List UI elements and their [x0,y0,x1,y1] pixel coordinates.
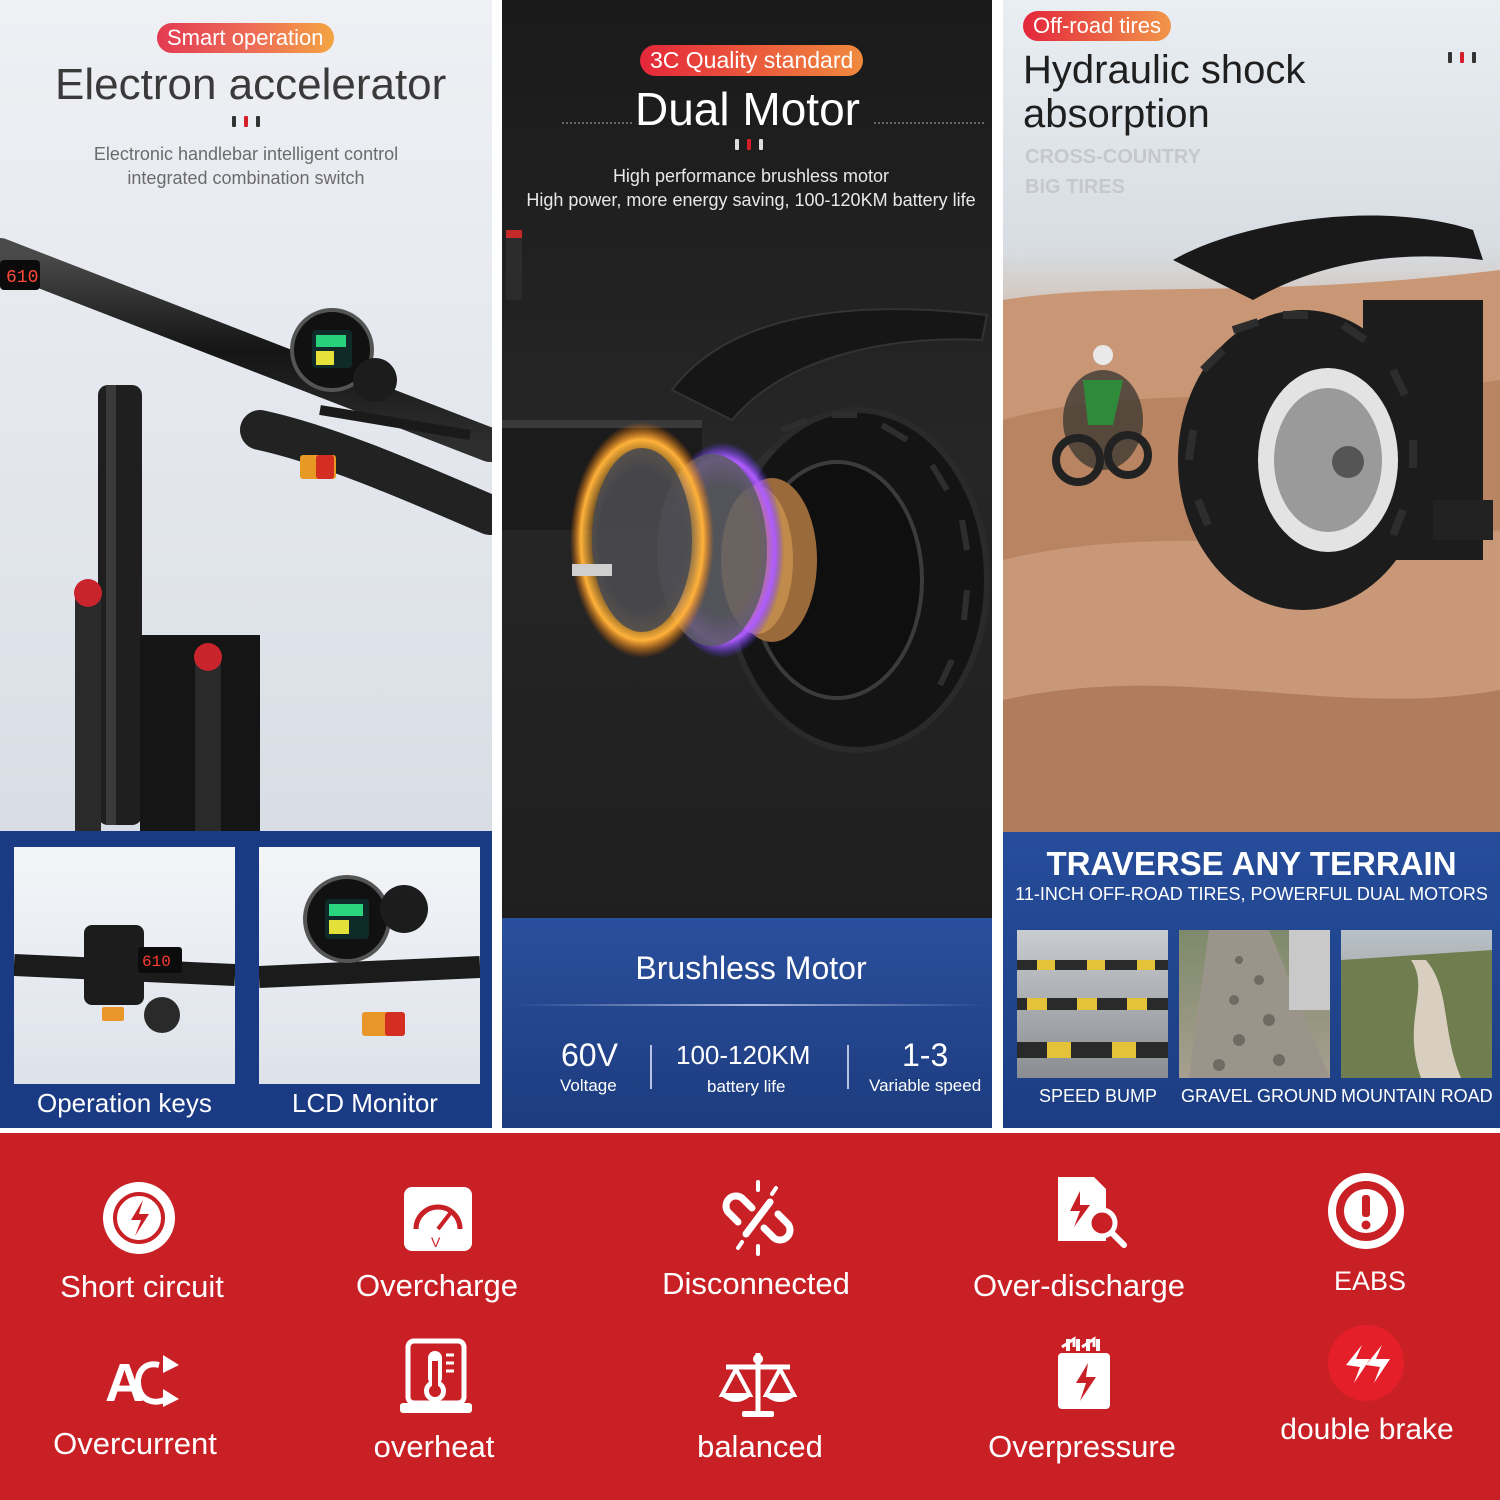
balance-scale-icon [718,1353,798,1417]
spec-separator [650,1045,652,1089]
title-dotted-line-right [874,122,984,124]
short-circuit-label: Short circuit [60,1269,224,1304]
motor-desc-line1: High performance brushless motor [612,166,890,186]
hydraulic-shock-title-line2: absorption [1023,92,1210,136]
variable-speed-value: 1-3 [902,1037,949,1073]
double-brake-label: double brake [1280,1413,1454,1446]
speed-bump-photo [1017,930,1168,1078]
voltage-value: 60V [561,1037,618,1073]
quality-standard-tag: 3C Quality standard [640,45,864,76]
lcd-monitor-thumb [259,847,480,1084]
over-discharge-label: Over-discharge [973,1268,1185,1303]
double-brake-icon [1328,1325,1404,1401]
overheat-label: overheat [373,1429,495,1464]
operation-keys-lcd: 610 [142,953,171,971]
short-circuit-icon [103,1182,175,1254]
overcharge-label: Overcharge [356,1268,518,1303]
specs-divider [516,1004,986,1006]
handlebar-illustration: 610 [0,238,492,835]
thermometer-icon [400,1338,472,1413]
smart-operation-tag: Smart operation [157,23,334,53]
title-dotted-line-left [562,122,632,124]
dual-motor-panel: 3C Quality standard Dual Motor High perf… [502,0,992,1128]
big-tires-watermark: BIG TIRES [1025,176,1126,198]
title-divider-dots [735,139,763,150]
pressure-battery-icon [1058,1336,1110,1409]
handlebar-lcd-readout: 610 [6,268,38,288]
svg-text:V: V [431,1234,441,1250]
traverse-terrain-title: TRAVERSE ANY TERRAIN [1046,845,1457,882]
battery-life-value: 100-120KM [676,1040,811,1070]
dual-motor-title: Dual Motor [635,83,860,135]
disconnected-label: Disconnected [662,1266,850,1301]
off-road-tires-tag: Off-road tires [1023,11,1171,41]
battery-life-label: battery life [707,1077,786,1096]
electron-desc-line1: Electronic handlebar intelligent control [93,144,399,164]
balanced-label: balanced [697,1429,823,1464]
hydraulic-shock-title-line1: Hydraulic shock [1023,48,1306,92]
speed-bump-label: SPEED BUMP [1039,1086,1158,1106]
mountain-road-label: MOUNTAIN ROAD [1341,1086,1493,1106]
traverse-terrain-subtitle: 11-INCH OFF-ROAD TIRES, POWERFUL DUAL MO… [1015,884,1488,904]
gravel-ground-label: GRAVEL GROUND [1181,1086,1338,1106]
voltage-label: Voltage [560,1076,617,1095]
lcd-monitor-label: LCD Monitor [292,1088,438,1118]
mountain-road-photo [1341,930,1492,1078]
electron-accelerator-title: Electron accelerator [55,60,447,109]
title-divider-dots [232,116,260,127]
operation-keys-thumb: 610 [14,847,235,1084]
variable-speed-label: Variable speed [869,1076,982,1095]
broken-link-icon [722,1180,794,1256]
smart-operation-panel: Smart operation Electron accelerator Ele… [0,0,492,1128]
overpressure-label: Overpressure [988,1429,1176,1464]
overcharge-gauge-icon: V [404,1187,472,1251]
brushless-motor-title: Brushless Motor [635,950,867,986]
ac-arrow-icon: A [105,1353,179,1413]
gravel-ground-photo [1179,930,1330,1078]
battery-search-icon [1058,1177,1127,1248]
electron-desc-line2: integrated combination switch [127,168,365,188]
motor-desc-line2: High power, more energy saving, 100-120K… [526,190,976,210]
cross-country-watermark: CROSS-COUNTRY [1025,146,1201,168]
overcurrent-label: Overcurrent [53,1426,217,1461]
eabs-label: EABS [1333,1266,1407,1296]
title-divider-dots [1448,52,1476,63]
spec-separator [847,1045,849,1089]
off-road-tires-panel: Off-road tires Hydraulic shock absorptio… [1003,0,1500,1128]
protection-features-grid: Short circuit V Overcharge Disconnected … [0,1133,1500,1500]
operation-keys-label: Operation keys [37,1088,212,1118]
exploded-motor-illustration [502,230,990,753]
brake-warning-icon [1328,1173,1404,1249]
